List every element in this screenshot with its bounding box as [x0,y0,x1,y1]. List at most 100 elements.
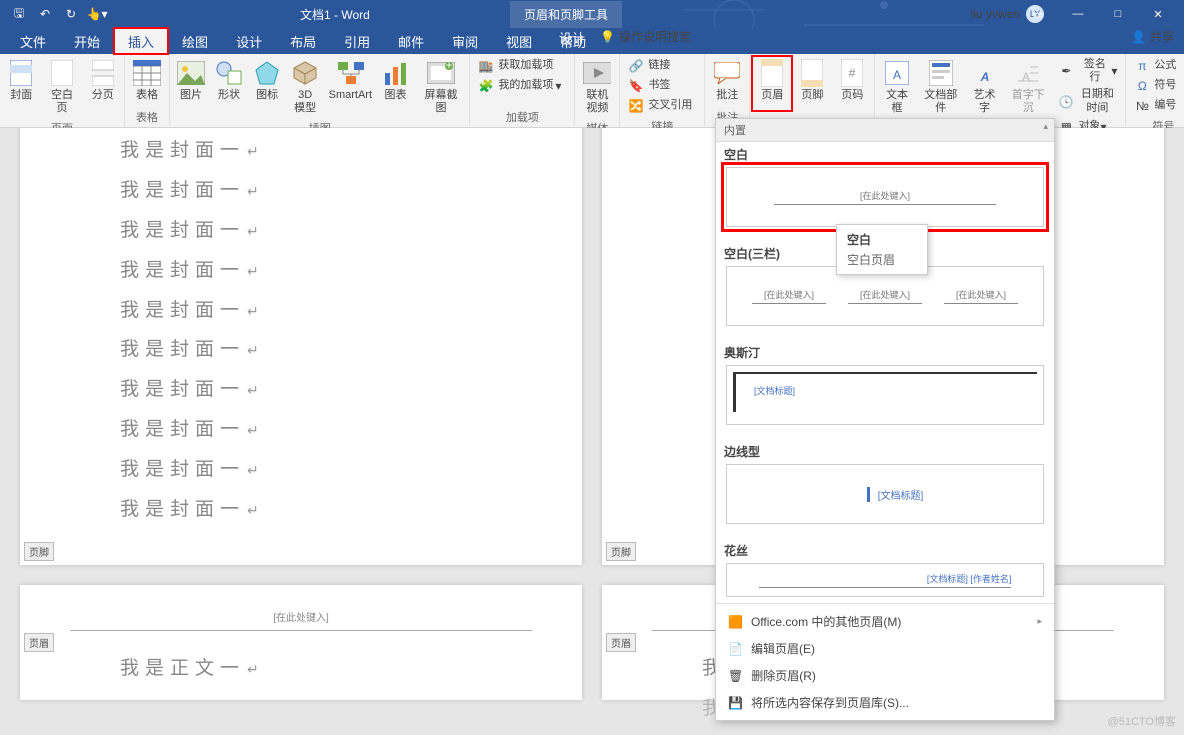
equation-button[interactable]: π公式 [1128,56,1184,76]
svg-text:A: A [1022,70,1030,84]
tab-mailings[interactable]: 邮件 [384,28,438,54]
save-to-gallery: 💾将所选内容保存到页眉库(S)... [716,689,1054,716]
tab-references[interactable]: 引用 [330,28,384,54]
contextual-tab-title: 页眉和页脚工具 [510,1,622,28]
online-video-button[interactable]: 联机视频 [577,56,617,118]
share-icon: 👤 [1131,30,1146,44]
bookmark-button[interactable]: 🔖书签 [622,76,702,96]
gallery-item-title: 空白 [716,142,1054,163]
tab-review[interactable]: 审阅 [438,28,492,54]
gallery-item-side[interactable]: [文档标题] [726,464,1044,524]
quick-access: 🖫 ↶ ↻ 👆▾ [0,3,116,25]
bulb-icon: 💡 [600,30,615,44]
tab-layout[interactable]: 布局 [276,28,330,54]
table-button[interactable]: 表格 [127,56,167,107]
group-illustrations: 图片 形状 图标 3D 模型 SmartArt 图表 +屏幕截图 插图 [170,54,470,127]
blank-page-button[interactable]: 空白页 [40,56,83,118]
signature-button[interactable]: ✒签名行▾ [1052,56,1123,86]
window-controls: ▭ — □ ✕ [1018,0,1178,28]
shapes-button[interactable]: 形状 [210,56,248,118]
my-addins-button[interactable]: 🧩我的加载项▾ [472,76,572,96]
svg-text:A: A [979,70,989,84]
user-name: liu yvwen [971,7,1020,21]
ribbon-options-icon[interactable]: ▭ [1018,0,1058,28]
more-office-headers[interactable]: 🟧Office.com 中的其他页眉(M)▸ [716,608,1054,635]
remove-header[interactable]: 🗑删除页眉(R) [716,662,1054,689]
cover-page-button[interactable]: 封面 [2,56,40,118]
svg-text:+: + [445,62,452,72]
footer-button[interactable]: 页脚 [792,56,832,111]
gallery-item-blank3[interactable]: [在此处键入][在此处键入][在此处键入] [726,266,1044,326]
tell-me[interactable]: 💡操作说明搜索 [600,28,691,45]
symbol-button[interactable]: Ω符号 [1128,76,1184,96]
group-media: 联机视频 媒体 [575,54,620,127]
link-button[interactable]: 🔗链接 [622,56,702,76]
header-button[interactable]: 页眉 [752,56,792,111]
page-2-left[interactable]: [在此处键入] 页眉 我是正文一 [20,585,582,700]
page-1-left[interactable]: 我是封面一我是封面一我是封面一我是封面一我是封面一我是封面一我是封面一我是封面一… [20,128,582,565]
group-links: 🔗链接 🔖书签 🔀交叉引用 链接 [620,54,705,127]
chart-button[interactable]: 图表 [376,56,414,118]
header-gallery: 内置 空白 [在此处键入] 空白(三栏) [在此处键入][在此处键入][在此处键… [715,118,1055,721]
tab-home[interactable]: 开始 [60,28,114,54]
smartart-button[interactable]: SmartArt [324,56,376,118]
pictures-button[interactable]: 图片 [172,56,210,118]
page-content: 我是封面一我是封面一我是封面一我是封面一我是封面一我是封面一我是封面一我是封面一… [20,128,582,530]
datetime-button[interactable]: 🕓日期和时间 [1052,86,1123,116]
touch-icon[interactable]: 👆▾ [86,3,108,25]
tooltip-title: 空白 [847,231,895,248]
office-icon: 🟧 [728,615,743,629]
chevron-right-icon: ▸ [1037,616,1042,627]
tab-insert[interactable]: 插入 [114,28,168,54]
screenshot-button[interactable]: +屏幕截图 [415,56,468,118]
tooltip: 空白 空白页眉 [836,224,928,275]
3d-models-button[interactable]: 3D 模型 [286,56,324,118]
get-addins-button[interactable]: 🏬获取加载项 [472,56,572,76]
header-tag[interactable]: 页眉 [24,633,54,652]
page-break-button[interactable]: 分页 [84,56,122,118]
delete-icon: 🗑 [728,669,743,683]
ribbon: 封面 空白页 分页 页面 表格 表格 图片 形状 图标 3D 模型 SmartA… [0,54,1184,128]
group-pages: 封面 空白页 分页 页面 [0,54,125,127]
titlebar: 🖫 ↶ ↻ 👆▾ 文档1 - Word 页眉和页脚工具 liu yvwen LY… [0,0,1184,28]
edit-header[interactable]: 📄编辑页眉(E) [716,635,1054,662]
header-tag[interactable]: 页眉 [606,633,636,652]
gallery-item-blank[interactable]: [在此处键入] [726,167,1044,227]
maximize-icon[interactable]: □ [1098,0,1138,28]
gallery-header: 内置 [716,119,1054,142]
save-icon: 💾 [728,696,743,710]
save-icon[interactable]: 🖫 [8,3,30,25]
tab-design[interactable]: 设计 [222,28,276,54]
icons-button[interactable]: 图标 [248,56,286,118]
svg-text:#: # [849,66,856,80]
gallery-item-austin[interactable]: [文档标题] [726,365,1044,425]
share-button[interactable]: 👤共享 [1131,28,1174,45]
tab-view[interactable]: 视图 [492,28,546,54]
gallery-item-title: 奥斯汀 [716,340,1054,361]
close-icon[interactable]: ✕ [1138,0,1178,28]
group-comments: 批注 批注 [705,54,750,127]
ribbon-tabs: 文件 开始 插入 绘图 设计 布局 引用 邮件 审阅 视图 帮助 设计 💡操作说… [0,28,1184,54]
footer-tag[interactable]: 页脚 [24,542,54,561]
tab-draw[interactable]: 绘图 [168,28,222,54]
page-number-button[interactable]: #页码 [832,56,872,111]
watermark: @51CTO博客 [1108,713,1176,729]
header-area[interactable]: [在此处键入] [70,609,532,631]
group-text: A文本框 文档部件 A艺术字 A首字下沉 ✒签名行▾ 🕓日期和时间 ▦对象▾ [875,54,1126,127]
gallery-item-title: 花丝 [716,538,1054,559]
undo-icon[interactable]: ↶ [34,3,56,25]
group-header-footer: 页眉 页脚 #页码 [750,54,875,127]
comment-button[interactable]: 批注 [707,56,747,107]
tab-context-design[interactable]: 设计 [545,28,599,47]
cross-ref-button[interactable]: 🔀交叉引用 [622,96,702,116]
gallery-item-fil[interactable]: [文档标题] [作者姓名] [726,563,1044,597]
redo-icon[interactable]: ↻ [60,3,82,25]
tab-file[interactable]: 文件 [6,28,60,54]
group-addins: 🏬获取加载项 🧩我的加载项▾ 加载项 [470,54,575,127]
minimize-icon[interactable]: — [1058,0,1098,28]
footer-tag[interactable]: 页脚 [606,542,636,561]
gallery-item-title: 边线型 [716,439,1054,460]
gallery-footer: 🟧Office.com 中的其他页眉(M)▸ 📄编辑页眉(E) 🗑删除页眉(R)… [716,603,1054,720]
group-symbols: π公式 Ω符号 №编号 符号 [1126,54,1184,127]
number-button[interactable]: №编号 [1128,96,1184,116]
